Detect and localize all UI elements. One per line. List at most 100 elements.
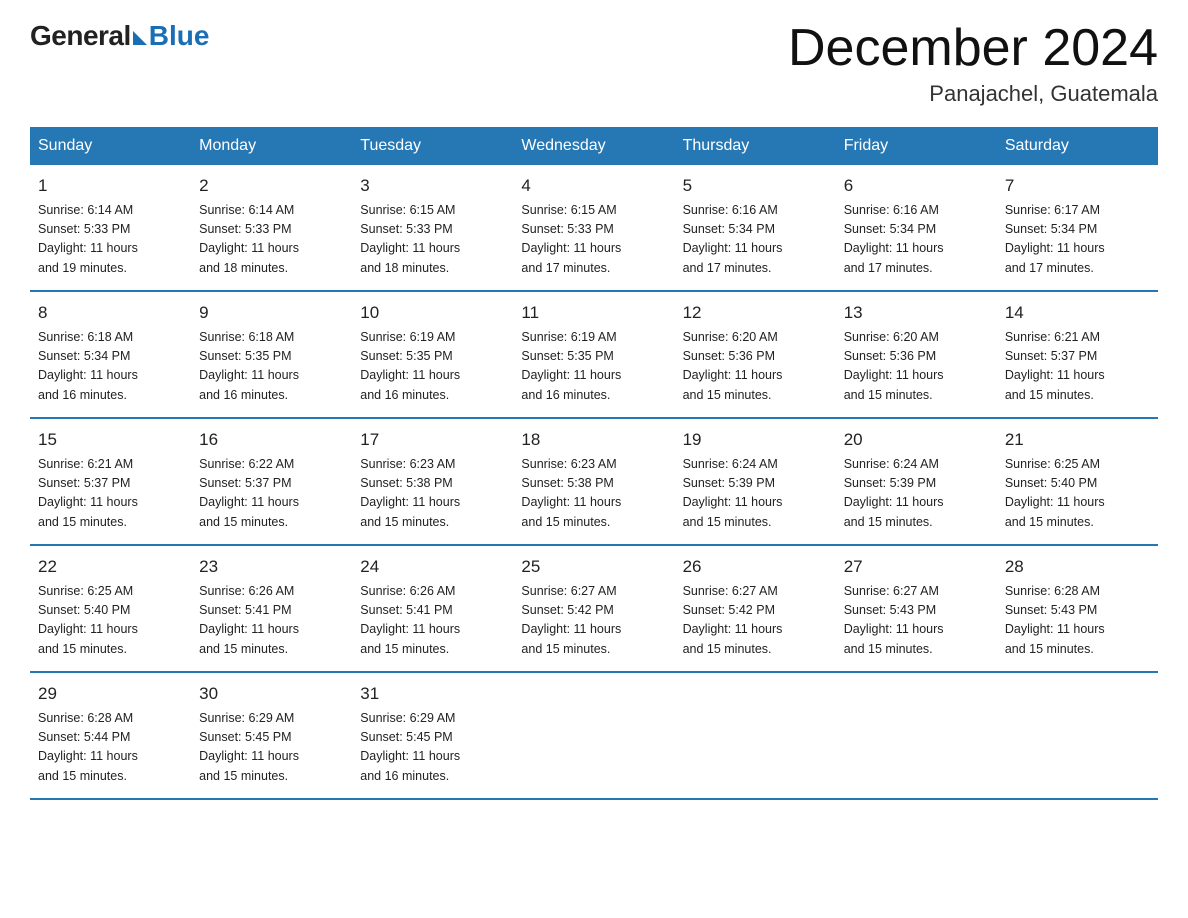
calendar-week-row: 8Sunrise: 6:18 AMSunset: 5:34 PMDaylight… xyxy=(30,291,1158,418)
header-wednesday: Wednesday xyxy=(513,127,674,165)
calendar-cell xyxy=(675,672,836,799)
day-number: 25 xyxy=(521,554,666,580)
header-thursday: Thursday xyxy=(675,127,836,165)
day-info: Sunrise: 6:28 AMSunset: 5:43 PMDaylight:… xyxy=(1005,582,1150,660)
calendar-week-row: 22Sunrise: 6:25 AMSunset: 5:40 PMDayligh… xyxy=(30,545,1158,672)
calendar-cell: 28Sunrise: 6:28 AMSunset: 5:43 PMDayligh… xyxy=(997,545,1158,672)
month-title: December 2024 xyxy=(788,20,1158,77)
day-number: 5 xyxy=(683,173,828,199)
day-number: 24 xyxy=(360,554,505,580)
day-number: 8 xyxy=(38,300,183,326)
header-sunday: Sunday xyxy=(30,127,191,165)
day-number: 13 xyxy=(844,300,989,326)
calendar-cell: 9Sunrise: 6:18 AMSunset: 5:35 PMDaylight… xyxy=(191,291,352,418)
day-info: Sunrise: 6:18 AMSunset: 5:34 PMDaylight:… xyxy=(38,328,183,406)
title-section: December 2024 Panajachel, Guatemala xyxy=(788,20,1158,107)
day-info: Sunrise: 6:15 AMSunset: 5:33 PMDaylight:… xyxy=(360,201,505,279)
day-number: 2 xyxy=(199,173,344,199)
day-info: Sunrise: 6:23 AMSunset: 5:38 PMDaylight:… xyxy=(521,455,666,533)
day-number: 10 xyxy=(360,300,505,326)
calendar-cell: 18Sunrise: 6:23 AMSunset: 5:38 PMDayligh… xyxy=(513,418,674,545)
day-info: Sunrise: 6:27 AMSunset: 5:42 PMDaylight:… xyxy=(683,582,828,660)
calendar-cell xyxy=(836,672,997,799)
calendar-cell: 22Sunrise: 6:25 AMSunset: 5:40 PMDayligh… xyxy=(30,545,191,672)
day-info: Sunrise: 6:19 AMSunset: 5:35 PMDaylight:… xyxy=(360,328,505,406)
calendar-cell xyxy=(997,672,1158,799)
logo-blue-text: Blue xyxy=(149,20,210,52)
day-number: 29 xyxy=(38,681,183,707)
calendar-cell: 31Sunrise: 6:29 AMSunset: 5:45 PMDayligh… xyxy=(352,672,513,799)
calendar-cell: 17Sunrise: 6:23 AMSunset: 5:38 PMDayligh… xyxy=(352,418,513,545)
calendar-cell: 30Sunrise: 6:29 AMSunset: 5:45 PMDayligh… xyxy=(191,672,352,799)
calendar-cell: 24Sunrise: 6:26 AMSunset: 5:41 PMDayligh… xyxy=(352,545,513,672)
header-tuesday: Tuesday xyxy=(352,127,513,165)
day-info: Sunrise: 6:29 AMSunset: 5:45 PMDaylight:… xyxy=(199,709,344,787)
day-info: Sunrise: 6:18 AMSunset: 5:35 PMDaylight:… xyxy=(199,328,344,406)
calendar-cell: 25Sunrise: 6:27 AMSunset: 5:42 PMDayligh… xyxy=(513,545,674,672)
calendar-cell: 16Sunrise: 6:22 AMSunset: 5:37 PMDayligh… xyxy=(191,418,352,545)
calendar-cell: 26Sunrise: 6:27 AMSunset: 5:42 PMDayligh… xyxy=(675,545,836,672)
calendar-week-row: 15Sunrise: 6:21 AMSunset: 5:37 PMDayligh… xyxy=(30,418,1158,545)
day-number: 21 xyxy=(1005,427,1150,453)
calendar-cell: 19Sunrise: 6:24 AMSunset: 5:39 PMDayligh… xyxy=(675,418,836,545)
calendar-cell: 2Sunrise: 6:14 AMSunset: 5:33 PMDaylight… xyxy=(191,165,352,291)
calendar-cell: 20Sunrise: 6:24 AMSunset: 5:39 PMDayligh… xyxy=(836,418,997,545)
logo-triangle-icon xyxy=(133,31,147,45)
calendar-cell: 5Sunrise: 6:16 AMSunset: 5:34 PMDaylight… xyxy=(675,165,836,291)
day-info: Sunrise: 6:16 AMSunset: 5:34 PMDaylight:… xyxy=(683,201,828,279)
calendar-cell: 8Sunrise: 6:18 AMSunset: 5:34 PMDaylight… xyxy=(30,291,191,418)
day-number: 3 xyxy=(360,173,505,199)
day-info: Sunrise: 6:25 AMSunset: 5:40 PMDaylight:… xyxy=(1005,455,1150,533)
day-number: 16 xyxy=(199,427,344,453)
calendar-cell: 23Sunrise: 6:26 AMSunset: 5:41 PMDayligh… xyxy=(191,545,352,672)
calendar-cell: 1Sunrise: 6:14 AMSunset: 5:33 PMDaylight… xyxy=(30,165,191,291)
calendar-cell: 10Sunrise: 6:19 AMSunset: 5:35 PMDayligh… xyxy=(352,291,513,418)
day-info: Sunrise: 6:28 AMSunset: 5:44 PMDaylight:… xyxy=(38,709,183,787)
page-header: General Blue December 2024 Panajachel, G… xyxy=(30,20,1158,107)
calendar-cell: 14Sunrise: 6:21 AMSunset: 5:37 PMDayligh… xyxy=(997,291,1158,418)
day-number: 15 xyxy=(38,427,183,453)
day-info: Sunrise: 6:14 AMSunset: 5:33 PMDaylight:… xyxy=(199,201,344,279)
day-info: Sunrise: 6:17 AMSunset: 5:34 PMDaylight:… xyxy=(1005,201,1150,279)
day-number: 18 xyxy=(521,427,666,453)
calendar-cell xyxy=(513,672,674,799)
day-number: 20 xyxy=(844,427,989,453)
calendar-week-row: 29Sunrise: 6:28 AMSunset: 5:44 PMDayligh… xyxy=(30,672,1158,799)
day-info: Sunrise: 6:23 AMSunset: 5:38 PMDaylight:… xyxy=(360,455,505,533)
day-info: Sunrise: 6:29 AMSunset: 5:45 PMDaylight:… xyxy=(360,709,505,787)
day-info: Sunrise: 6:20 AMSunset: 5:36 PMDaylight:… xyxy=(844,328,989,406)
day-number: 6 xyxy=(844,173,989,199)
day-number: 27 xyxy=(844,554,989,580)
calendar-week-row: 1Sunrise: 6:14 AMSunset: 5:33 PMDaylight… xyxy=(30,165,1158,291)
day-number: 23 xyxy=(199,554,344,580)
day-number: 26 xyxy=(683,554,828,580)
day-number: 19 xyxy=(683,427,828,453)
calendar-cell: 29Sunrise: 6:28 AMSunset: 5:44 PMDayligh… xyxy=(30,672,191,799)
calendar-cell: 13Sunrise: 6:20 AMSunset: 5:36 PMDayligh… xyxy=(836,291,997,418)
day-number: 28 xyxy=(1005,554,1150,580)
calendar-cell: 7Sunrise: 6:17 AMSunset: 5:34 PMDaylight… xyxy=(997,165,1158,291)
calendar-cell: 3Sunrise: 6:15 AMSunset: 5:33 PMDaylight… xyxy=(352,165,513,291)
calendar-table: SundayMondayTuesdayWednesdayThursdayFrid… xyxy=(30,127,1158,800)
day-number: 22 xyxy=(38,554,183,580)
day-info: Sunrise: 6:14 AMSunset: 5:33 PMDaylight:… xyxy=(38,201,183,279)
day-info: Sunrise: 6:20 AMSunset: 5:36 PMDaylight:… xyxy=(683,328,828,406)
day-number: 12 xyxy=(683,300,828,326)
day-number: 4 xyxy=(521,173,666,199)
day-info: Sunrise: 6:26 AMSunset: 5:41 PMDaylight:… xyxy=(360,582,505,660)
day-info: Sunrise: 6:24 AMSunset: 5:39 PMDaylight:… xyxy=(844,455,989,533)
day-info: Sunrise: 6:27 AMSunset: 5:43 PMDaylight:… xyxy=(844,582,989,660)
day-info: Sunrise: 6:22 AMSunset: 5:37 PMDaylight:… xyxy=(199,455,344,533)
day-number: 1 xyxy=(38,173,183,199)
logo-general-text: General xyxy=(30,20,131,52)
logo: General Blue xyxy=(30,20,209,52)
calendar-cell: 4Sunrise: 6:15 AMSunset: 5:33 PMDaylight… xyxy=(513,165,674,291)
day-info: Sunrise: 6:21 AMSunset: 5:37 PMDaylight:… xyxy=(38,455,183,533)
day-info: Sunrise: 6:24 AMSunset: 5:39 PMDaylight:… xyxy=(683,455,828,533)
header-friday: Friday xyxy=(836,127,997,165)
header-monday: Monday xyxy=(191,127,352,165)
calendar-cell: 11Sunrise: 6:19 AMSunset: 5:35 PMDayligh… xyxy=(513,291,674,418)
day-info: Sunrise: 6:19 AMSunset: 5:35 PMDaylight:… xyxy=(521,328,666,406)
day-info: Sunrise: 6:21 AMSunset: 5:37 PMDaylight:… xyxy=(1005,328,1150,406)
day-number: 30 xyxy=(199,681,344,707)
